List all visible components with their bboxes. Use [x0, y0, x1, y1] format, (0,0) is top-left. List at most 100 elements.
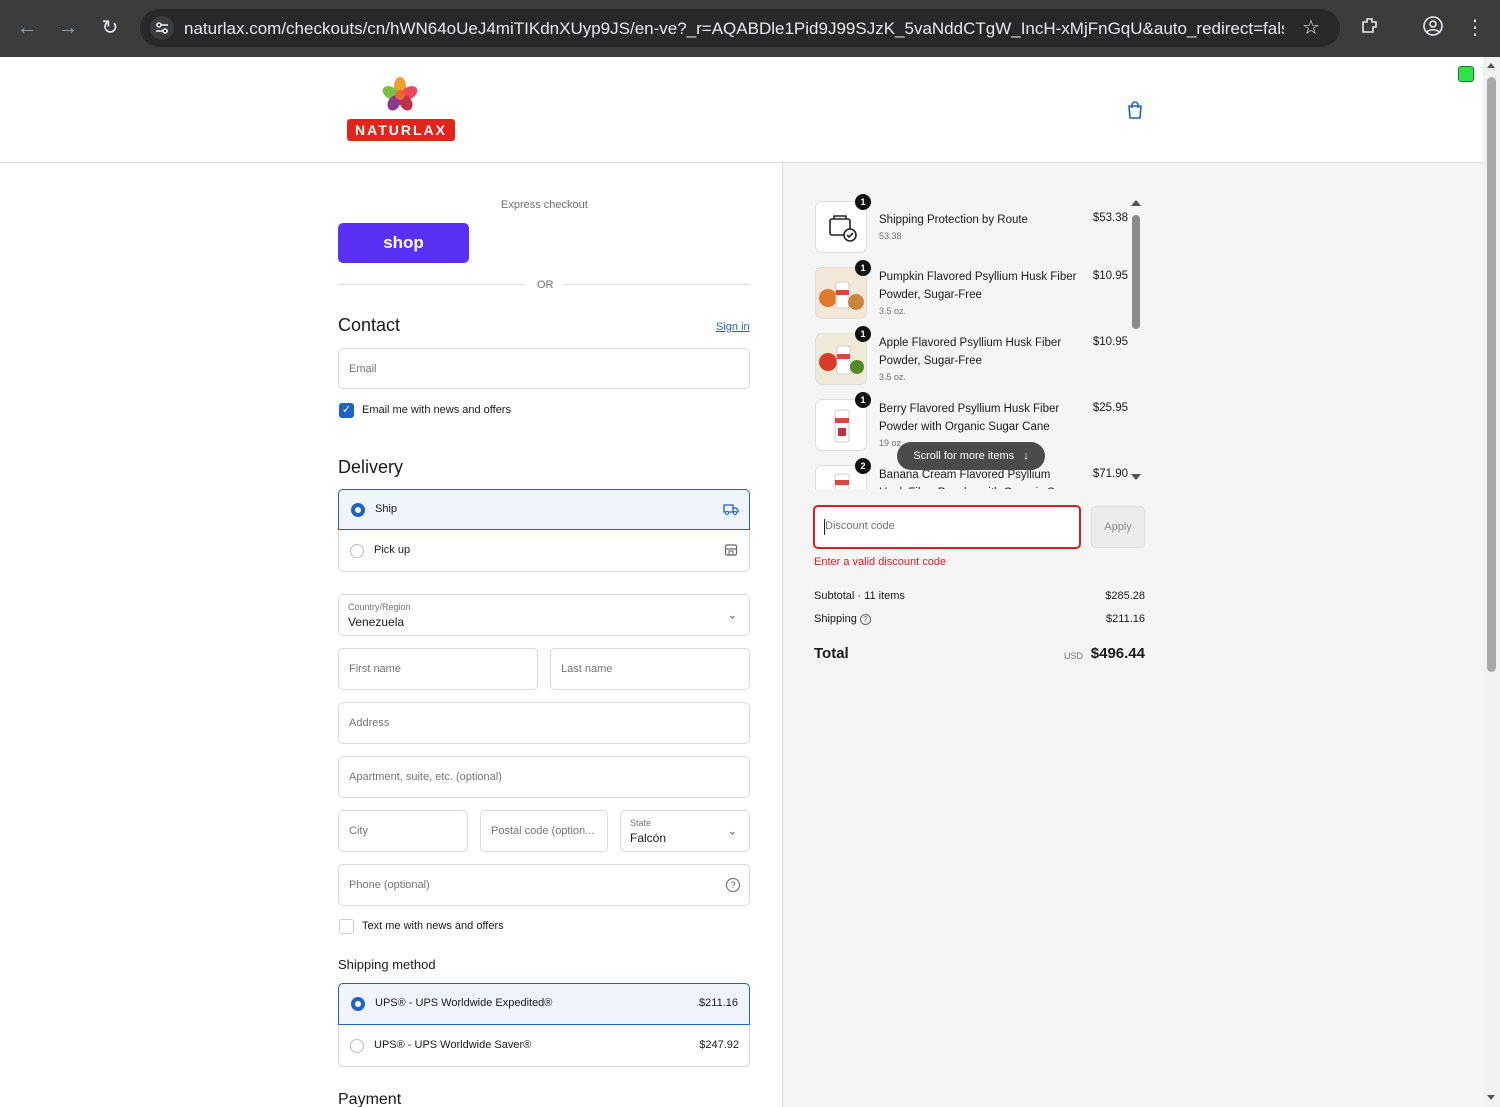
order-items-list[interactable]: 1 Shipping Protection by Route 53.38 $53… [813, 193, 1143, 489]
quantity-badge: 1 [855, 260, 871, 276]
profile-icon[interactable] [1420, 15, 1446, 41]
quantity-badge: 1 [855, 326, 871, 342]
text-cursor [824, 519, 825, 535]
total-value: $496.44 [1090, 645, 1145, 662]
address-bar[interactable]: naturlax.com/checkouts/cn/hWN64oUeJ4miTI… [140, 9, 1340, 47]
news-label: Email me with news and offers [362, 404, 511, 416]
ship-label: Ship [375, 503, 398, 515]
discount-error: Enter a valid discount code [814, 556, 947, 568]
page-scroll-thumb[interactable] [1487, 77, 1496, 672]
shopping-bag-icon[interactable] [1124, 99, 1146, 121]
help-icon[interactable]: ? [859, 614, 871, 625]
product-image-icon [819, 345, 864, 375]
scroll-up-arrow-icon[interactable] [1487, 63, 1495, 68]
store-icon [724, 544, 738, 556]
discount-code-input[interactable]: Discount code [813, 505, 1081, 549]
item-price: $25.95 [1092, 402, 1128, 414]
truck-icon [723, 504, 739, 515]
sms-checkbox[interactable] [339, 919, 354, 934]
email-field[interactable]: Email [338, 348, 750, 389]
site-header: NATURLAX [0, 57, 1483, 163]
address-field[interactable]: Address [338, 702, 750, 744]
scroll-for-more-button[interactable]: Scroll for more items ↓ [897, 442, 1045, 470]
apartment-field[interactable]: Apartment, suite, etc. (optional) [338, 756, 750, 798]
chevron-down-icon: ⌄ [727, 609, 737, 622]
state-select[interactable]: State Falcón ⌄ [620, 810, 750, 852]
delivery-title: Delivery [338, 457, 404, 477]
shop-pay-button[interactable]: shop [338, 223, 469, 263]
shipping-option-saver[interactable]: UPS® - UPS Worldwide Saver® $247.92 [338, 1025, 750, 1067]
checkout-page: NATURLAX Express checkout shop OR Contac… [0, 57, 1483, 1107]
apply-discount-button[interactable]: Apply [1091, 506, 1145, 548]
package-check-icon [829, 215, 857, 242]
divider [563, 284, 750, 285]
item-price: $53.38 [1092, 212, 1128, 224]
forward-icon[interactable]: → [55, 15, 81, 41]
extension-indicator-icon [1458, 66, 1474, 82]
item-price: $71.90 [1092, 468, 1128, 480]
or-label: OR [537, 279, 554, 291]
bookmark-star-icon[interactable]: ☆ [1298, 15, 1324, 41]
expedited-radio[interactable] [351, 997, 365, 1011]
menu-icon[interactable]: ⋮ [1462, 15, 1488, 41]
city-field[interactable]: City [338, 810, 468, 852]
sms-label: Text me with news and offers [362, 920, 504, 932]
divider [338, 284, 525, 285]
quantity-badge: 1 [855, 392, 871, 408]
item-variant: 3.5 oz. [879, 372, 907, 382]
item-name: Shipping Protection by Route [879, 214, 1028, 226]
quantity-badge: 2 [855, 458, 871, 474]
shipping-option-price: $247.92 [699, 1039, 739, 1051]
subtotal-label: Subtotal · 11 items [814, 590, 905, 602]
news-checkbox[interactable]: ✓ [339, 403, 354, 418]
currency-code: USD [1064, 651, 1084, 661]
items-scrollbar[interactable] [1130, 193, 1142, 489]
pickup-label: Pick up [374, 544, 411, 556]
scroll-down-arrow-icon[interactable] [1487, 1095, 1495, 1100]
shipping-option-name: UPS® - UPS Worldwide Saver® [374, 1039, 532, 1051]
brand-wordmark: NATURLAX [347, 119, 455, 141]
site-info-icon[interactable] [150, 16, 174, 40]
item-name: Pumpkin Flavored Psyllium Husk Fiber Pow… [879, 271, 1077, 301]
ship-radio[interactable] [351, 503, 365, 517]
reload-icon[interactable]: ↻ [97, 15, 123, 41]
total-label: Total [814, 645, 849, 662]
back-icon[interactable]: ← [14, 15, 40, 41]
scroll-down-arrow-icon[interactable] [1131, 474, 1141, 480]
product-image-icon [834, 409, 850, 443]
express-checkout-label: Express checkout [501, 199, 588, 211]
payment-title: Payment [338, 1091, 402, 1107]
country-select[interactable]: Country/Region Venezuela ⌄ [338, 594, 750, 636]
shipping-option-name: UPS® - UPS Worldwide Expedited® [375, 997, 553, 1009]
extensions-icon[interactable] [1357, 15, 1383, 41]
item-price: $10.95 [1092, 270, 1128, 282]
help-icon[interactable]: ? [726, 878, 740, 892]
subtotal-value: $285.28 [1105, 590, 1145, 602]
page-scrollbar[interactable] [1483, 57, 1500, 1107]
scroll-thumb[interactable] [1132, 215, 1140, 329]
item-price: $10.95 [1092, 336, 1128, 348]
shipping-option-expedited[interactable]: UPS® - UPS Worldwide Expedited® $211.16 [338, 983, 750, 1025]
arrow-down-icon: ↓ [1023, 450, 1029, 462]
scroll-up-arrow-icon[interactable] [1131, 200, 1141, 206]
shipping-option-price: $211.16 [699, 997, 738, 1009]
item-variant: 53.38 [879, 231, 902, 241]
sign-in-link[interactable]: Sign in [716, 321, 750, 333]
item-variant: 3.5 oz. [879, 306, 907, 316]
phone-field[interactable]: Phone (optional) ? [338, 864, 750, 906]
order-summary-column: 1 Shipping Protection by Route 53.38 $53… [783, 163, 1483, 1107]
item-name: Berry Flavored Psyllium Husk Fiber Powde… [879, 403, 1060, 433]
last-name-field[interactable]: Last name [550, 648, 750, 690]
naturlax-logo[interactable]: NATURLAX [346, 75, 458, 145]
product-image-icon [819, 281, 864, 310]
shipping-value: $211.16 [1106, 613, 1145, 625]
saver-radio[interactable] [350, 1039, 364, 1053]
quantity-badge: 1 [855, 194, 871, 210]
pickup-radio[interactable] [350, 544, 364, 558]
pickup-option[interactable]: Pick up [338, 530, 750, 572]
scroll-hint-label: Scroll for more items [913, 450, 1015, 462]
postal-code-field[interactable]: Postal code (option... [480, 810, 608, 852]
ship-option[interactable]: Ship [338, 489, 750, 530]
browser-toolbar: ← → ↻ naturlax.com/checkouts/cn/hWN64oUe… [0, 0, 1500, 57]
first-name-field[interactable]: First name [338, 648, 538, 690]
